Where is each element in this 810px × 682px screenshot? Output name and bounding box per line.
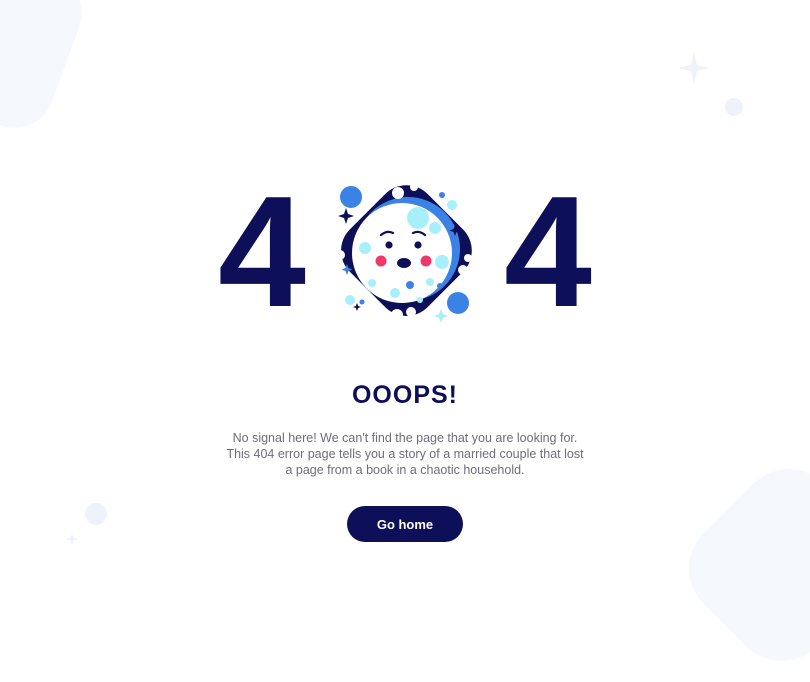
error-message-line: This 404 error page tells you a story of…	[226, 447, 584, 461]
error-404-illustration: 4 4	[218, 164, 592, 340]
error-digit-left: 4	[218, 164, 306, 340]
error-title: OOOPS!	[351, 381, 458, 409]
background-dot	[85, 503, 107, 525]
error-message: No signal here! We can't find the page t…	[215, 430, 595, 478]
background-blob-bottom-right	[668, 448, 810, 682]
go-home-button[interactable]: Go home	[347, 506, 463, 542]
sparkle-icon	[65, 532, 79, 546]
error-message-line: a page from a book in a chaotic househol…	[285, 463, 525, 477]
moon-face-icon	[335, 183, 472, 323]
error-digit-right: 4	[504, 164, 592, 340]
error-message-line: No signal here! We can't find the page t…	[232, 431, 578, 445]
